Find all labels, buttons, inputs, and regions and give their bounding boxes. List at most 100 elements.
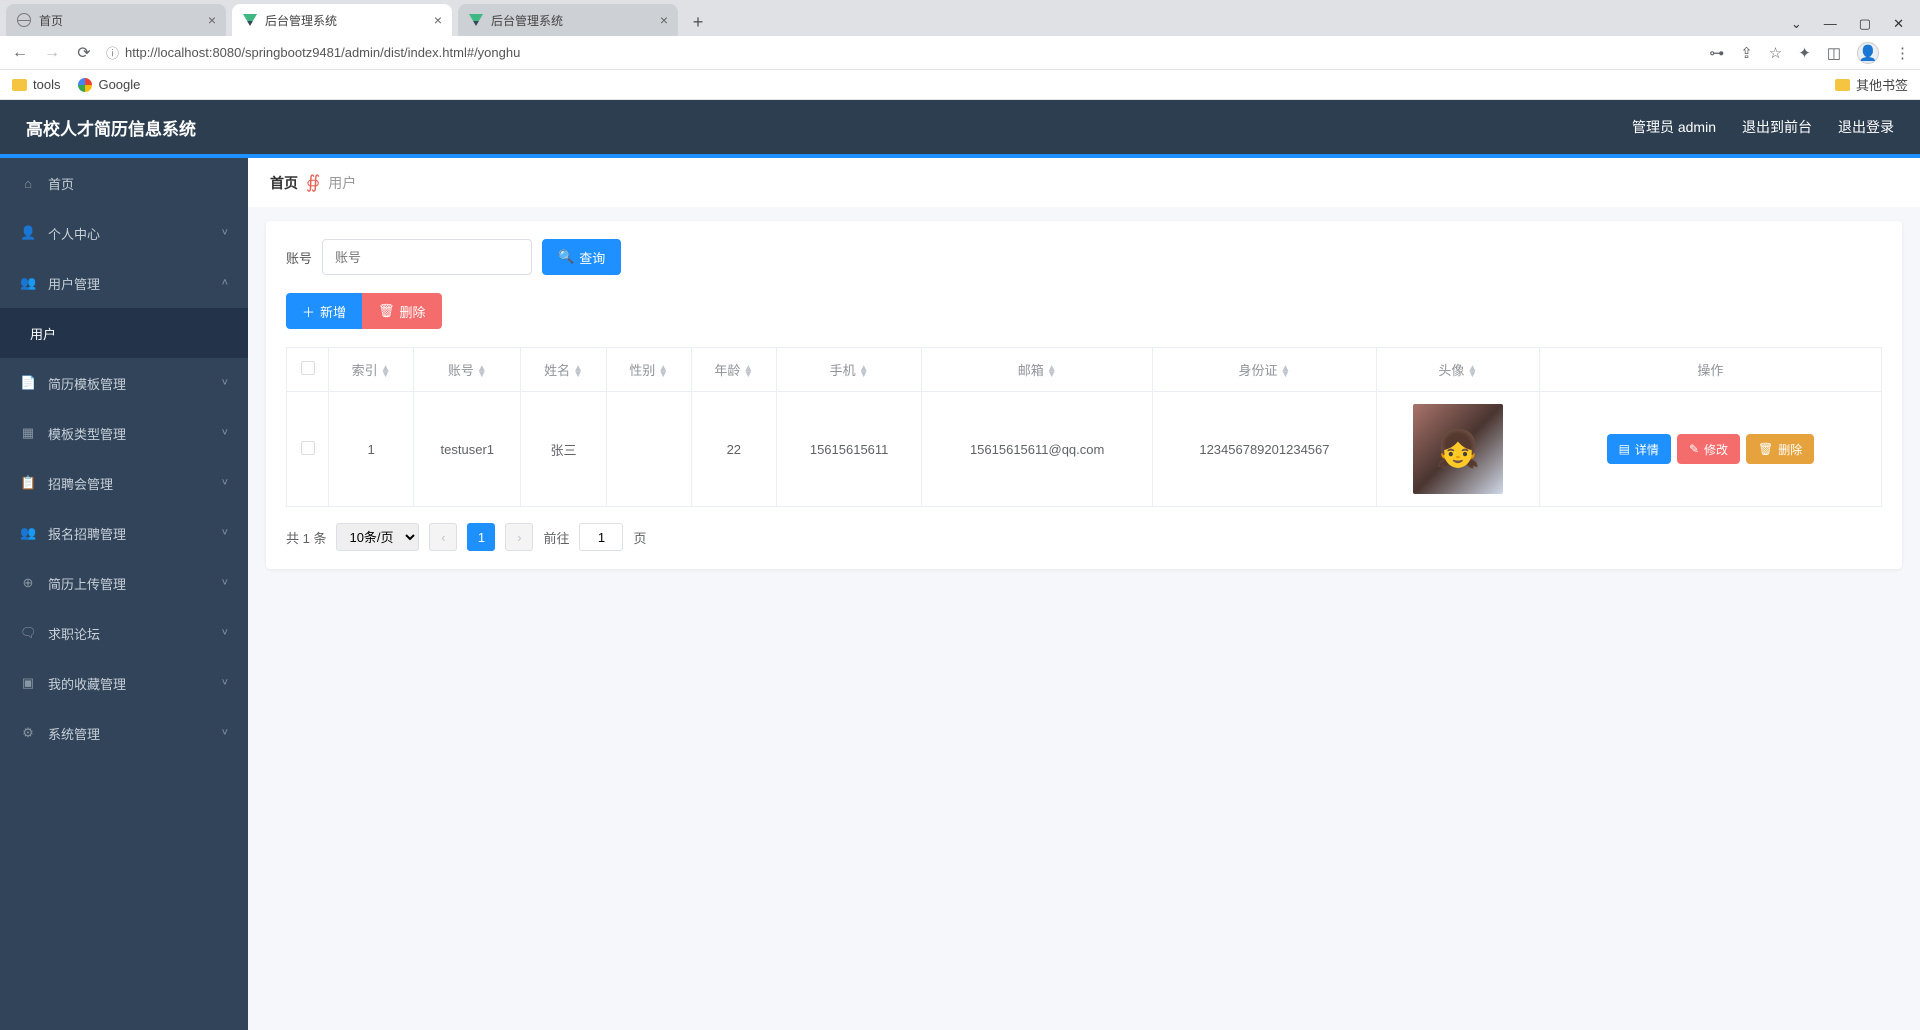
pagination: 共 1 条 10条/页 ‹ 1 › 前往 页 [286, 523, 1882, 551]
vue-icon [468, 12, 484, 28]
window-controls: ⌄ — ▢ ✕ [1791, 16, 1920, 36]
new-tab-button[interactable]: + [684, 8, 712, 36]
column-header[interactable]: 年龄▲▼ [691, 348, 776, 392]
column-header[interactable]: 手机▲▼ [776, 348, 922, 392]
exit-front-link[interactable]: 退出到前台 [1742, 117, 1812, 137]
sidebar-item-label: 招聘会管理 [48, 474, 113, 493]
detail-button[interactable]: ▤ 详情 [1607, 434, 1671, 464]
sidebar-item-label: 个人中心 [48, 224, 100, 243]
calendar-icon: 📋 [20, 475, 36, 491]
bookmark-google[interactable]: Google [78, 77, 140, 92]
upload-icon: ⊕ [20, 575, 36, 591]
cell-name: 张三 [521, 392, 606, 507]
extensions-icon[interactable]: ✦ [1798, 44, 1811, 62]
select-all-checkbox[interactable] [301, 361, 315, 375]
goto-input[interactable] [579, 523, 623, 551]
sidebar-item-label: 简历模板管理 [48, 374, 126, 393]
sidebar-item[interactable]: ⊕简历上传管理˅ [0, 558, 248, 608]
sort-icon: ▲▼ [1047, 366, 1057, 378]
bulk-delete-button[interactable]: 🗑删除 [362, 293, 442, 329]
chevron-down-icon: ˅ [222, 627, 228, 639]
chevron-down-icon: ˅ [222, 427, 228, 439]
bookmark-tools[interactable]: tools [12, 77, 60, 92]
minimize-icon[interactable]: — [1824, 16, 1837, 32]
search-icon: 🔍 [558, 249, 574, 265]
sidebar-item[interactable]: ▦模板类型管理˅ [0, 408, 248, 458]
sidebar-item[interactable]: 👥报名招聘管理˅ [0, 508, 248, 558]
gear-icon: ⚙ [20, 725, 36, 741]
column-header[interactable]: 头像▲▼ [1376, 348, 1539, 392]
bookmark-star-icon[interactable]: ☆ [1769, 44, 1782, 62]
sidebar-item-label: 简历上传管理 [48, 574, 126, 593]
sidebar: ⌂首页👤个人中心˅👥用户管理˄用户📄简历模板管理˅▦模板类型管理˅📋招聘会管理˅… [0, 158, 248, 1030]
logout-link[interactable]: 退出登录 [1838, 117, 1894, 137]
sidebar-item-label: 模板类型管理 [48, 424, 126, 443]
page-size-select[interactable]: 10条/页 [336, 523, 419, 551]
menu-icon[interactable]: ⋮ [1895, 44, 1910, 62]
sidebar-item[interactable]: 📄简历模板管理˅ [0, 358, 248, 408]
breadcrumb-home[interactable]: 首页 [270, 173, 298, 193]
url-bar[interactable]: ⓘ http://localhost:8080/springbootz9481/… [106, 43, 1697, 62]
forward-button[interactable]: → [42, 44, 62, 62]
share-icon[interactable]: ⇪ [1740, 44, 1753, 62]
next-page-button[interactable]: › [505, 523, 533, 551]
column-header[interactable]: 索引▲▼ [329, 348, 414, 392]
chevron-down-icon: ˅ [222, 727, 228, 739]
sidebar-subitem[interactable]: 用户 [0, 308, 248, 358]
sort-icon: ▲▼ [1280, 366, 1290, 378]
sidebar-item[interactable]: 📋招聘会管理˅ [0, 458, 248, 508]
page-number-button[interactable]: 1 [467, 523, 495, 551]
browser-tab[interactable]: 首页 × [6, 4, 226, 36]
close-icon[interactable]: × [434, 12, 442, 28]
browser-tabbar: 首页 × 后台管理系统 × 后台管理系统 × + ⌄ — ▢ ✕ [0, 0, 1920, 36]
bookmark-other[interactable]: 其他书签 [1835, 75, 1908, 94]
sidebar-item[interactable]: ⌂首页 [0, 158, 248, 208]
sidebar-item-label: 报名招聘管理 [48, 524, 126, 543]
sidebar-item[interactable]: ▣我的收藏管理˅ [0, 658, 248, 708]
current-user[interactable]: 管理员 admin [1632, 117, 1716, 137]
search-label: 查询 [579, 248, 605, 267]
bookmark-label: tools [33, 77, 60, 92]
account-input[interactable] [322, 239, 532, 275]
sidebar-item[interactable]: 👥用户管理˄ [0, 258, 248, 308]
app-header: 高校人才简历信息系统 管理员 admin 退出到前台 退出登录 [0, 100, 1920, 158]
close-icon[interactable]: × [660, 12, 668, 28]
back-button[interactable]: ← [10, 44, 30, 62]
wave-icon: ∯ [306, 172, 320, 193]
sidebar-item-label: 首页 [48, 174, 74, 193]
column-header[interactable]: 邮箱▲▼ [922, 348, 1153, 392]
search-button[interactable]: 🔍 查询 [542, 239, 621, 275]
column-header[interactable]: 姓名▲▼ [521, 348, 606, 392]
row-checkbox[interactable] [301, 441, 315, 455]
close-icon[interactable]: ✕ [1893, 16, 1904, 32]
close-icon[interactable]: × [208, 12, 216, 28]
sort-icon: ▲▼ [859, 366, 869, 378]
goto-unit: 页 [633, 528, 646, 547]
reload-button[interactable]: ⟳ [74, 43, 94, 63]
browser-tab[interactable]: 后台管理系统 × [232, 4, 452, 36]
doc-icon: ▤ [1619, 442, 1630, 456]
sidebar-item[interactable]: 🗨求职论坛˅ [0, 608, 248, 658]
content-panel: 账号 🔍查询 ＋新增 🗑删除 索引▲▼账号▲▼姓名▲▼性别▲▼年龄▲▼手机▲▼邮… [266, 221, 1902, 569]
sidebar-item[interactable]: 👤个人中心˅ [0, 208, 248, 258]
column-header[interactable]: 身份证▲▼ [1152, 348, 1376, 392]
row-delete-button[interactable]: 🗑 删除 [1746, 434, 1814, 464]
breadcrumb-current: 用户 [328, 173, 356, 193]
chevron-down-icon[interactable]: ⌄ [1791, 16, 1802, 32]
maximize-icon[interactable]: ▢ [1859, 16, 1871, 32]
chevron-up-icon: ˄ [222, 277, 228, 289]
side-panel-icon[interactable]: ◫ [1827, 44, 1841, 62]
prev-page-button[interactable]: ‹ [429, 523, 457, 551]
sidebar-item-label: 系统管理 [48, 724, 100, 743]
profile-icon[interactable]: 👤 [1857, 42, 1879, 64]
tab-title: 后台管理系统 [265, 12, 337, 29]
pencil-icon: ✎ [1689, 442, 1699, 456]
column-header[interactable]: 性别▲▼ [606, 348, 691, 392]
edit-button[interactable]: ✎ 修改 [1677, 434, 1740, 464]
browser-tab[interactable]: 后台管理系统 × [458, 4, 678, 36]
key-icon[interactable]: ⊶ [1709, 44, 1724, 62]
forum-icon: 🗨 [20, 625, 36, 641]
sidebar-item[interactable]: ⚙ 系统管理 ˅ [0, 708, 248, 758]
add-button[interactable]: ＋新增 [286, 293, 362, 329]
column-header[interactable]: 账号▲▼ [414, 348, 521, 392]
